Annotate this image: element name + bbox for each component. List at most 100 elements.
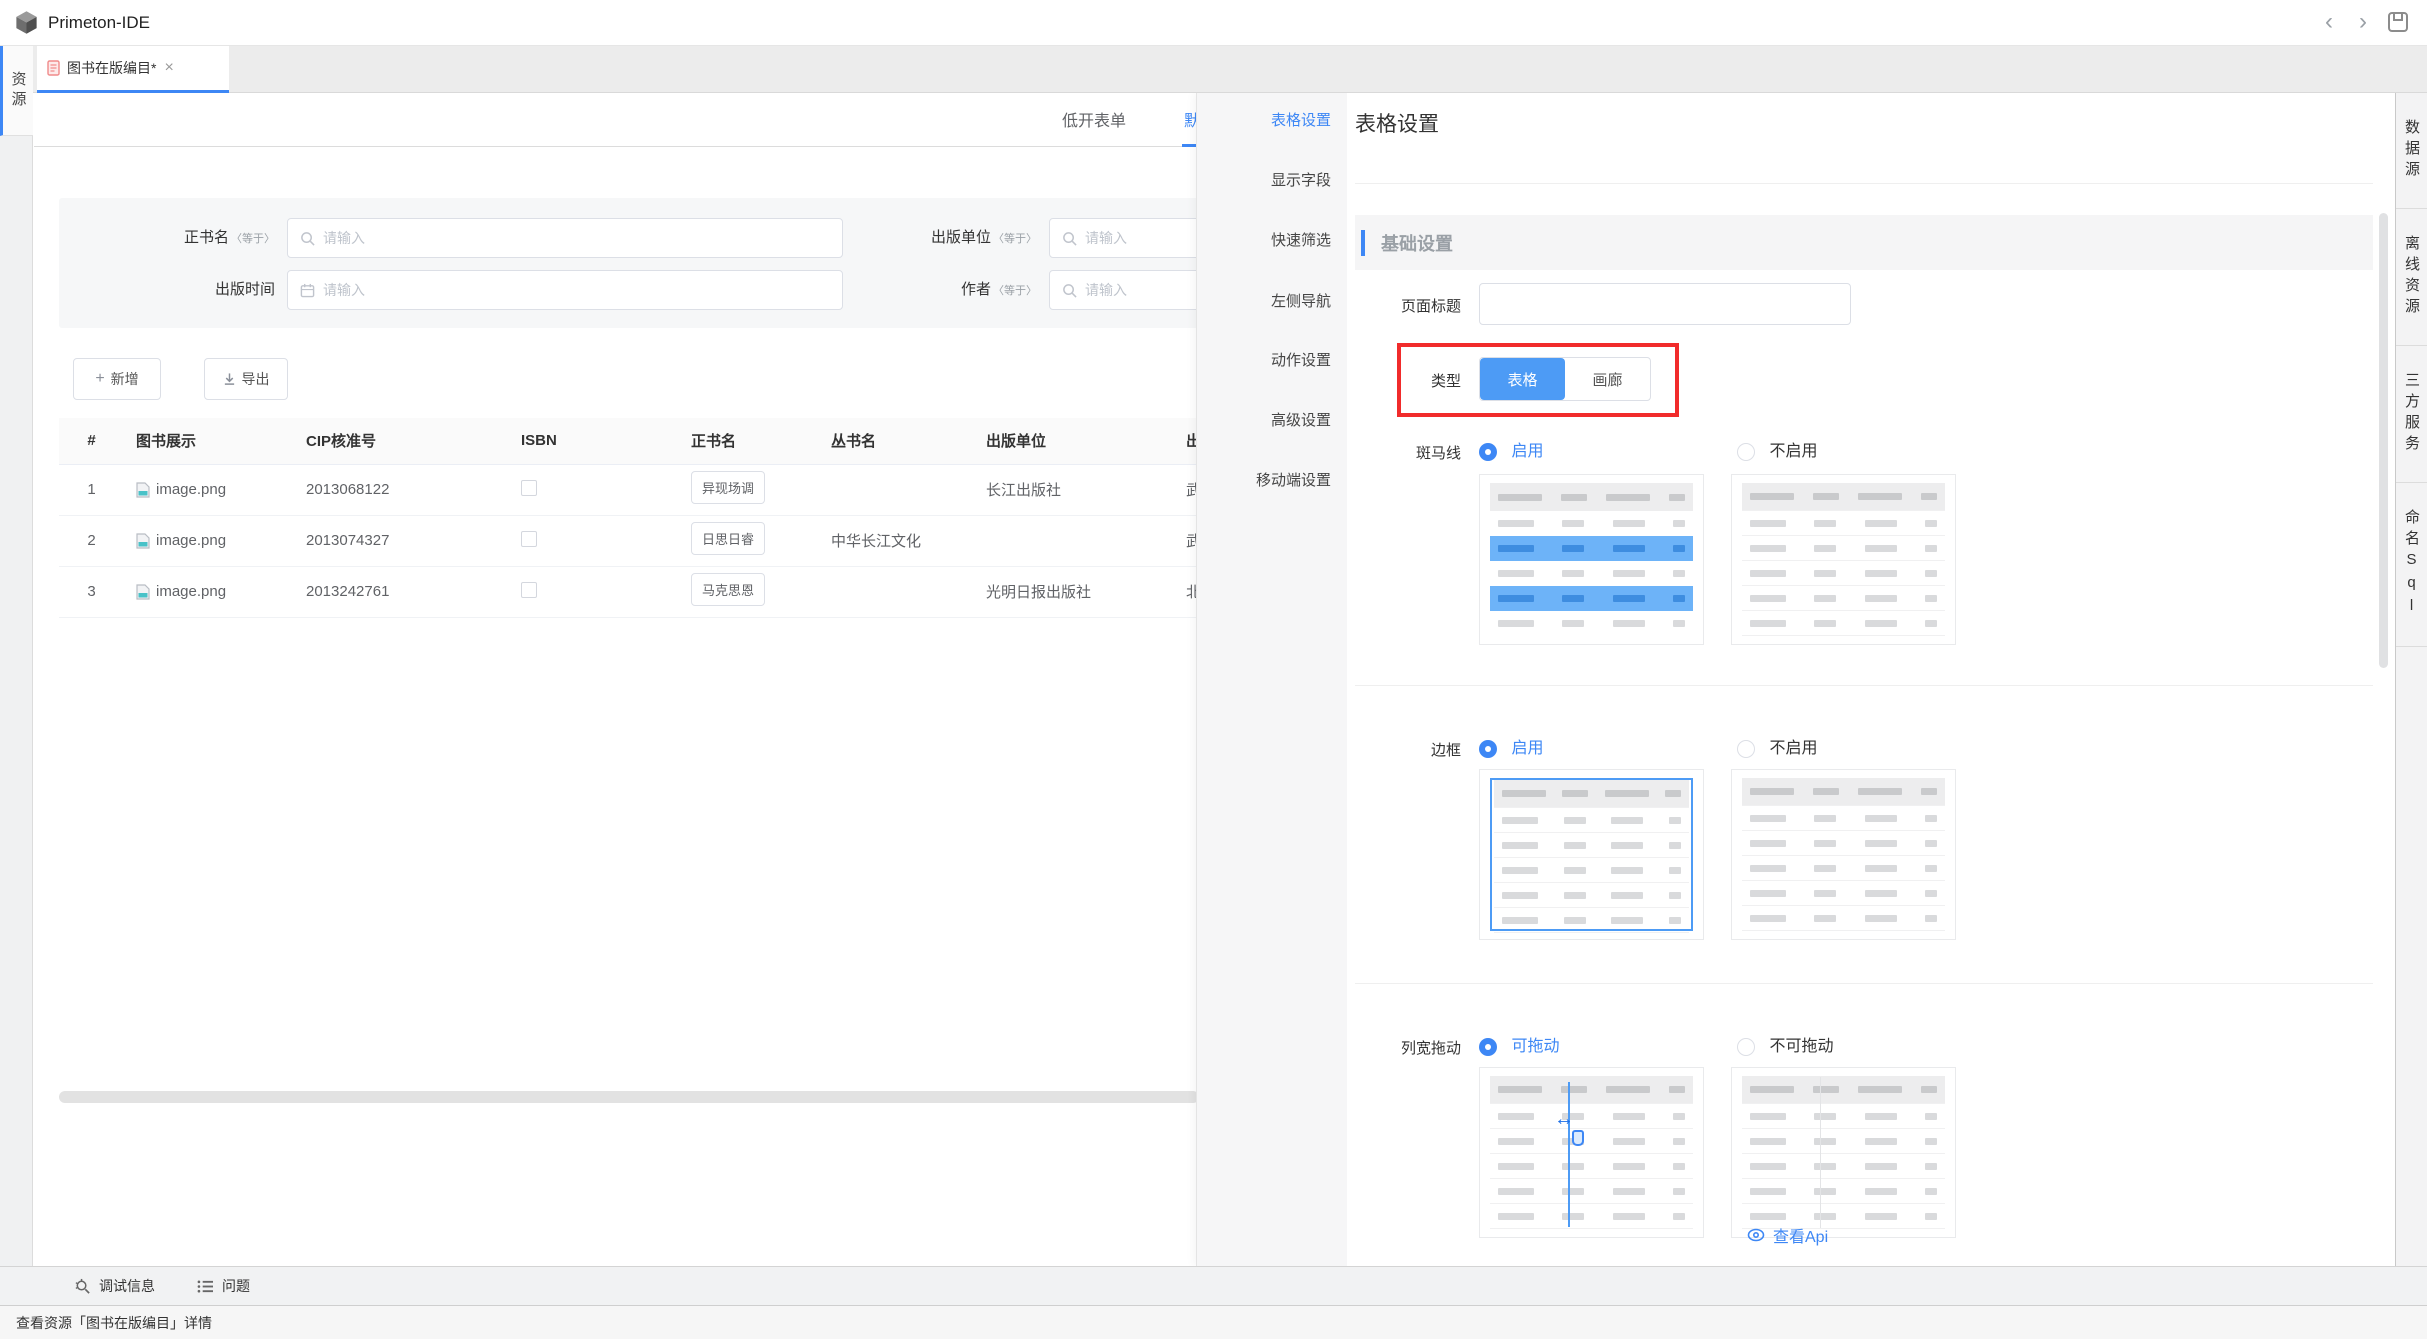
drag-radio-off[interactable]: 不可拖动 xyxy=(1737,1036,1833,1058)
sidebar-item-mobile[interactable]: 移动端设置 xyxy=(1197,461,1347,501)
preview-zebra-off[interactable] xyxy=(1731,474,1956,645)
date-input-pubdate[interactable]: 请输入 xyxy=(287,270,843,310)
image-file-link[interactable]: image.png xyxy=(136,481,282,498)
label-border: 边框 xyxy=(1347,739,1461,760)
radio-unselected-icon[interactable] xyxy=(1737,740,1755,758)
export-button[interactable]: 导出 xyxy=(204,358,288,400)
drag-radio-on[interactable]: 可拖动 xyxy=(1479,1036,1559,1058)
isbn-checkbox[interactable] xyxy=(521,531,537,547)
radio-unselected-icon[interactable] xyxy=(1737,443,1755,461)
label-page-title: 页面标题 xyxy=(1347,295,1461,316)
rail-item-datasource[interactable]: 数据源 xyxy=(2396,93,2427,209)
sidebar-item-table-settings[interactable]: 表格设置 xyxy=(1197,101,1347,141)
zebra-radio-off[interactable]: 不启用 xyxy=(1737,441,1817,463)
col-isbn: ISBN xyxy=(509,418,679,464)
page-title-input[interactable] xyxy=(1479,283,1851,325)
image-file-icon xyxy=(136,533,150,549)
problems-button[interactable]: 问题 xyxy=(197,1276,250,1296)
border-radio-on[interactable]: 启用 xyxy=(1479,738,1543,760)
col-series: 丛书名 xyxy=(819,418,974,464)
history-forward-icon[interactable]: › xyxy=(2350,10,2376,36)
field-label-pubdate: 出版时间 xyxy=(107,270,275,310)
tab-book-catalog[interactable]: 图书在版编目* × xyxy=(37,46,229,93)
sidebar-item-action-settings[interactable]: 动作设置 xyxy=(1197,341,1347,381)
tab-close-icon[interactable]: × xyxy=(164,59,173,77)
label-zebra: 斑马线 xyxy=(1347,442,1461,463)
settings-main: 表格设置 基础设置 页面标题 类型 表格 画廊 斑马线 启用 不启用 边框 xyxy=(1347,93,2388,1266)
annotation-red-box xyxy=(1397,343,1679,417)
col-publisher: 出版单位 xyxy=(974,418,1174,464)
title-cell-button[interactable]: 日思日睿 xyxy=(691,522,765,555)
preview-drag-off[interactable] xyxy=(1731,1067,1956,1238)
status-bar: 查看资源「图书在版编目」详情 xyxy=(0,1305,2427,1339)
preview-zebra-on[interactable] xyxy=(1479,474,1704,645)
rail-item-named-sql[interactable]: 命名Sql xyxy=(2396,483,2427,647)
preview-border-off[interactable] xyxy=(1731,769,1956,940)
settings-title: 表格设置 xyxy=(1355,108,1439,138)
search-icon xyxy=(1062,231,1077,246)
drag-handle-icon: ↔ xyxy=(1554,1108,1574,1131)
divider xyxy=(1355,685,2373,686)
radio-selected-icon[interactable] xyxy=(1479,443,1497,461)
rail-item-thirdparty-services[interactable]: 三方服务 xyxy=(2396,346,2427,483)
image-file-icon xyxy=(136,482,150,498)
search-filter-panel: 正书名〈等于〉 请输入 出版单位〈等于〉 请输入 出版时间 xyxy=(59,198,1199,328)
eye-icon xyxy=(1747,1228,1765,1242)
right-rail: 数据源 离线资源 三方服务 命名Sql xyxy=(2395,93,2427,1266)
border-radio-off[interactable]: 不启用 xyxy=(1737,738,1817,760)
col-book-image: 图书展示 xyxy=(124,418,294,464)
left-rail: 资源 xyxy=(0,46,33,1266)
radio-unselected-icon[interactable] xyxy=(1737,1038,1755,1056)
table-header-row: # 图书展示 CIP核准号 ISBN 正书名 丛书名 出版单位 出版 xyxy=(59,418,1199,464)
zebra-radio-on[interactable]: 启用 xyxy=(1479,441,1543,463)
panel-scrollbar[interactable] xyxy=(2379,213,2388,668)
mode-tabs-divider xyxy=(34,146,1196,147)
radio-selected-icon[interactable] xyxy=(1479,740,1497,758)
sidebar-item-resources[interactable]: 资源 xyxy=(0,46,33,136)
history-back-icon[interactable]: ‹ xyxy=(2316,10,2342,36)
image-file-link[interactable]: image.png xyxy=(136,583,282,600)
col-cip: CIP核准号 xyxy=(294,418,509,464)
debug-info-button[interactable]: 调试信息 xyxy=(74,1276,155,1296)
debug-icon xyxy=(74,1278,91,1295)
isbn-checkbox[interactable] xyxy=(521,480,537,496)
debug-bar: 调试信息 问题 xyxy=(0,1266,2427,1305)
col-title: 正书名 xyxy=(679,418,819,464)
preview-drag-on[interactable]: ↔ xyxy=(1479,1067,1704,1238)
radio-selected-icon[interactable] xyxy=(1479,1038,1497,1056)
title-cell-button[interactable]: 马克思恩 xyxy=(691,573,765,606)
app-title: Primeton-IDE xyxy=(48,13,150,33)
section-accent-bar xyxy=(1361,230,1365,256)
col-index: # xyxy=(59,418,124,464)
sidebar-item-advanced[interactable]: 高级设置 xyxy=(1197,401,1347,441)
settings-sidebar: 表格设置 显示字段 快速筛选 左侧导航 动作设置 高级设置 移动端设置 xyxy=(1197,93,1347,1266)
add-button[interactable]: + 新增 xyxy=(73,358,161,400)
section-basic-settings: 基础设置 xyxy=(1355,215,2373,270)
field-label-author: 作者〈等于〉 xyxy=(869,270,1037,311)
isbn-checkbox[interactable] xyxy=(521,582,537,598)
table-row: 1 image.png 2013068122 异现场调 长江出版社 武汉 xyxy=(59,464,1199,515)
resources-label: 资源 xyxy=(11,71,26,111)
sidebar-item-quick-filter[interactable]: 快速筛选 xyxy=(1197,221,1347,261)
preview-border-on[interactable] xyxy=(1479,769,1704,940)
view-api-link[interactable]: 查看Api xyxy=(1747,1223,1828,1247)
save-icon[interactable] xyxy=(2386,10,2410,34)
image-file-icon xyxy=(136,584,150,600)
horizontal-scrollbar[interactable] xyxy=(59,1091,1199,1103)
search-input-title[interactable]: 请输入 xyxy=(287,218,843,258)
plus-icon: + xyxy=(95,370,104,388)
tab-bar: 图书在版编目* × xyxy=(0,46,2427,93)
rail-item-offline-resources[interactable]: 离线资源 xyxy=(2396,209,2427,346)
sidebar-item-left-nav[interactable]: 左侧导航 xyxy=(1197,282,1347,322)
status-text: 查看资源「图书在版编目」详情 xyxy=(16,1313,212,1333)
app-logo-icon xyxy=(13,9,40,36)
field-label-title: 正书名〈等于〉 xyxy=(107,218,275,259)
label-column-drag: 列宽拖动 xyxy=(1347,1037,1461,1058)
list-icon xyxy=(197,1279,214,1294)
image-file-link[interactable]: image.png xyxy=(136,532,282,549)
tab-lowcode-form[interactable]: 低开表单 xyxy=(1062,107,1126,131)
title-cell-button[interactable]: 异现场调 xyxy=(691,471,765,504)
document-icon xyxy=(47,60,60,76)
table-row: 3 image.png 2013242761 马克思恩 光明日报出版社 北京 xyxy=(59,566,1199,617)
sidebar-item-display-fields[interactable]: 显示字段 xyxy=(1197,161,1347,201)
